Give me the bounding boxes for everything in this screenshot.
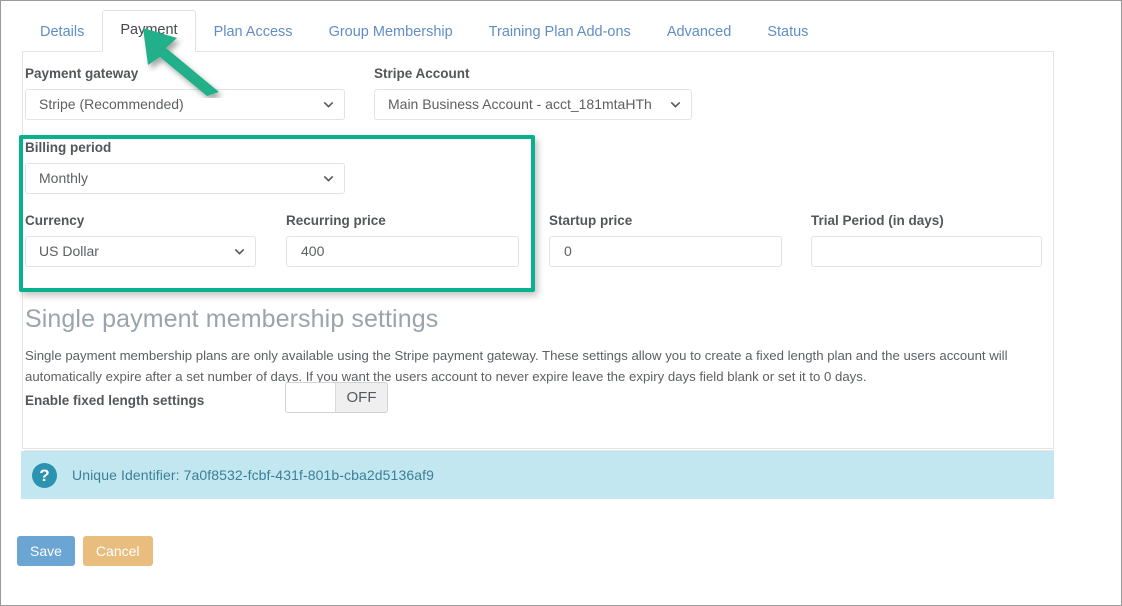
recurring-price-label: Recurring price [286,213,386,228]
form-actions: Save Cancel [17,536,153,566]
chevron-down-icon [670,101,681,108]
startup-price-label: Startup price [549,213,633,228]
payment-gateway-value: Stripe (Recommended) [39,96,184,112]
tab-bar: Details Payment Plan Access Group Member… [22,10,1054,52]
currency-value: US Dollar [39,243,99,259]
question-mark-icon: ? [32,462,57,488]
billing-period-select[interactable]: Monthly [25,163,345,194]
tab-payment[interactable]: Payment [102,10,196,52]
trial-period-label: Trial Period (in days) [811,213,944,228]
enable-fixed-length-text: Enable fixed length settings [25,393,205,408]
payment-gateway-select[interactable]: Stripe (Recommended) [25,89,345,120]
stripe-account-select[interactable]: Main Business Account - acct_181mtaHTh [374,89,692,120]
stripe-account-value: Main Business Account - acct_181mtaHTh [388,96,652,112]
chevron-down-icon [323,175,334,182]
unique-identifier-text: Unique Identifier: 7a0f8532-fcbf-431f-80… [72,467,434,483]
enable-fixed-length-toggle[interactable]: OFF [285,382,388,413]
tab-advanced[interactable]: Advanced [649,14,750,52]
unique-identifier-banner: ? Unique Identifier: 7a0f8532-fcbf-431f-… [21,451,1054,499]
stripe-account-label: Stripe Account [374,66,470,81]
tab-group-membership[interactable]: Group Membership [311,14,471,52]
startup-price-value: 0 [564,243,572,259]
startup-price-input[interactable]: 0 [549,236,782,267]
toggle-knob [286,383,336,412]
currency-field: Currency US Dollar [25,213,256,267]
billing-period-field: Billing period Monthly [25,140,345,194]
recurring-price-input[interactable]: 400 [286,236,519,267]
tab-training-plan-add-ons[interactable]: Training Plan Add-ons [471,14,649,52]
enable-fixed-length-label: Enable fixed length settings [25,393,204,409]
currency-select[interactable]: US Dollar [25,236,256,267]
trial-period-input[interactable] [811,236,1042,267]
payment-panel: Payment gateway Stripe (Recommended) Str… [22,52,1054,451]
billing-period-label: Billing period [25,140,112,155]
recurring-price-field: Recurring price 400 [286,213,519,267]
stripe-account-field: Stripe Account Main Business Account - a… [374,66,692,120]
toggle-switch[interactable]: OFF [285,382,388,413]
section-description: Single payment membership plans are only… [25,348,1008,384]
currency-label: Currency [25,213,85,228]
section-title: Single payment membership settings [25,305,439,333]
tab-details[interactable]: Details [22,14,102,52]
toggle-state-label: OFF [336,383,387,412]
startup-price-field: Startup price 0 [549,213,782,267]
recurring-price-value: 400 [301,243,325,259]
chevron-down-icon [234,248,245,255]
billing-period-value: Monthly [39,170,89,186]
payment-settings-screen: Details Payment Plan Access Group Member… [0,0,1122,606]
payment-gateway-field: Payment gateway Stripe (Recommended) [25,66,345,120]
payment-gateway-label: Payment gateway [25,66,139,81]
tab-plan-access[interactable]: Plan Access [196,14,311,52]
save-button[interactable]: Save [17,536,75,566]
tab-status[interactable]: Status [749,14,826,52]
cancel-button[interactable]: Cancel [82,536,153,566]
chevron-down-icon [323,101,334,108]
trial-period-field: Trial Period (in days) [811,213,1042,267]
